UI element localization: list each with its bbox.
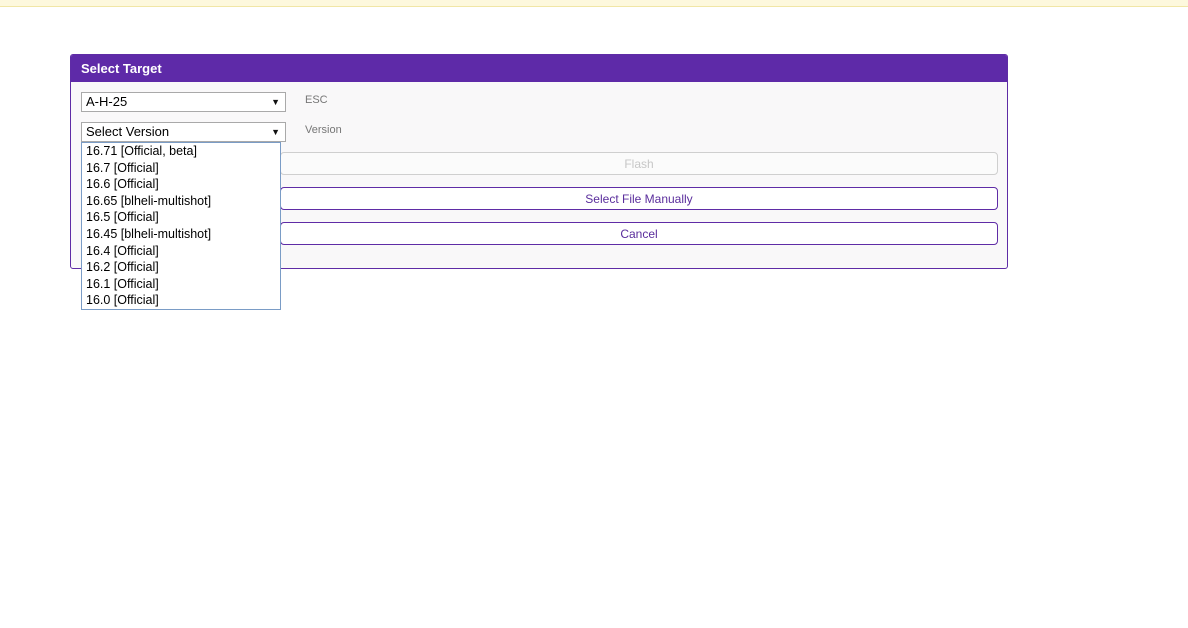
version-option[interactable]: 16.7 [Official] bbox=[82, 160, 280, 177]
version-option[interactable]: 16.4 [Official] bbox=[82, 243, 280, 260]
version-select[interactable]: Select Version ▼ bbox=[81, 122, 286, 142]
chevron-down-icon: ▼ bbox=[271, 127, 280, 137]
notice-strip bbox=[0, 0, 1188, 7]
flash-button[interactable]: Flash bbox=[280, 152, 998, 175]
version-select-value: Select Version bbox=[86, 124, 170, 139]
esc-select[interactable]: A-H-25 ▼ bbox=[81, 92, 286, 112]
version-option[interactable]: 16.1 [Official] bbox=[82, 276, 280, 293]
panel-title: Select Target bbox=[71, 55, 1007, 82]
select-file-manually-button[interactable]: Select File Manually bbox=[280, 187, 998, 210]
esc-select-value: A-H-25 bbox=[86, 94, 128, 109]
version-option[interactable]: 16.2 [Official] bbox=[82, 259, 280, 276]
version-option[interactable]: 16.71 [Official, beta] bbox=[82, 143, 280, 160]
version-option[interactable]: 16.0 [Official] bbox=[82, 292, 280, 309]
cancel-button[interactable]: Cancel bbox=[280, 222, 998, 245]
esc-label: ESC bbox=[305, 94, 328, 106]
version-option[interactable]: 16.5 [Official] bbox=[82, 209, 280, 226]
version-dropdown-list: 16.71 [Official, beta] 16.7 [Official] 1… bbox=[81, 142, 281, 310]
version-option[interactable]: 16.6 [Official] bbox=[82, 176, 280, 193]
version-option[interactable]: 16.45 [blheli-multishot] bbox=[82, 226, 280, 243]
chevron-down-icon: ▼ bbox=[271, 97, 280, 107]
version-label: Version bbox=[305, 124, 342, 136]
version-option[interactable]: 16.65 [blheli-multishot] bbox=[82, 193, 280, 210]
